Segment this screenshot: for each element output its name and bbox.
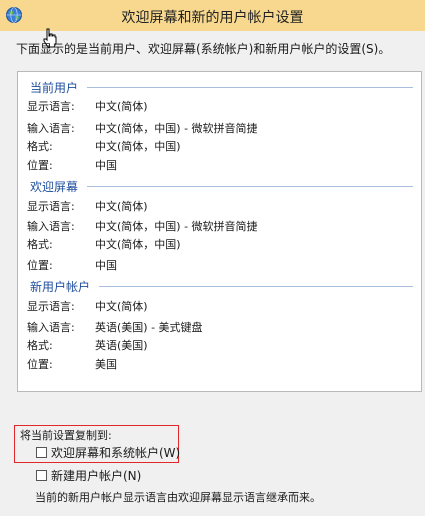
new-user-checkbox[interactable] (36, 470, 47, 481)
settings-panel: 当前用户 显示语言: 中文(简体) 输入语言: 中文(简体，中国) - 微软拼音… (17, 71, 422, 392)
section-title-current-user: 当前用户 (30, 81, 79, 95)
section-divider (87, 186, 413, 187)
section-title-welcome-screen: 欢迎屏幕 (30, 180, 79, 194)
value-input-language: 英语(美国) - 美式键盘 (95, 321, 203, 334)
value-format: 中文(简体，中国) (95, 238, 181, 251)
label-display-language: 显示语言: (27, 100, 75, 113)
value-display-language: 中文(简体) (95, 300, 148, 313)
value-format: 英语(美国) (95, 339, 148, 352)
value-location: 美国 (95, 358, 117, 371)
window-titlebar[interactable]: 欢迎屏幕和新的用户帐户设置 (0, 0, 425, 31)
label-display-language: 显示语言: (27, 200, 75, 213)
value-input-language: 中文(简体，中国) - 微软拼音简捷 (95, 220, 258, 233)
label-input-language: 输入语言: (27, 122, 75, 135)
value-display-language: 中文(简体) (95, 200, 148, 213)
section-divider (87, 87, 413, 88)
footer-note: 当前的新用户帐户显示语言由欢迎屏幕显示语言继承而来。 (35, 491, 321, 504)
label-input-language: 输入语言: (27, 220, 75, 233)
new-user-checkbox-label[interactable]: 新建用户帐户(N) (51, 467, 141, 484)
value-format: 中文(简体，中国) (95, 140, 181, 153)
section-title-new-user-account: 新用户帐户 (30, 280, 91, 294)
label-format: 格式: (27, 140, 53, 153)
intro-text: 下面显示的是当前用户、欢迎屏幕(系统帐户)和新用户帐户的设置(S)。 (16, 42, 391, 56)
value-location: 中国 (95, 159, 117, 172)
label-display-language: 显示语言: (27, 300, 75, 313)
value-input-language: 中文(简体，中国) - 微软拼音简捷 (95, 122, 258, 135)
label-location: 位置: (27, 259, 53, 272)
label-location: 位置: (27, 358, 53, 371)
welcome-screen-checkbox[interactable] (36, 447, 47, 458)
welcome-screen-checkbox-label[interactable]: 欢迎屏幕和系统帐户(W) (51, 444, 180, 461)
label-location: 位置: (27, 159, 53, 172)
section-divider (99, 286, 413, 287)
value-display-language: 中文(简体) (95, 100, 148, 113)
label-input-language: 输入语言: (27, 321, 75, 334)
window-title: 欢迎屏幕和新的用户帐户设置 (121, 10, 304, 26)
value-location: 中国 (95, 259, 117, 272)
label-format: 格式: (27, 339, 53, 352)
label-format: 格式: (27, 238, 53, 251)
